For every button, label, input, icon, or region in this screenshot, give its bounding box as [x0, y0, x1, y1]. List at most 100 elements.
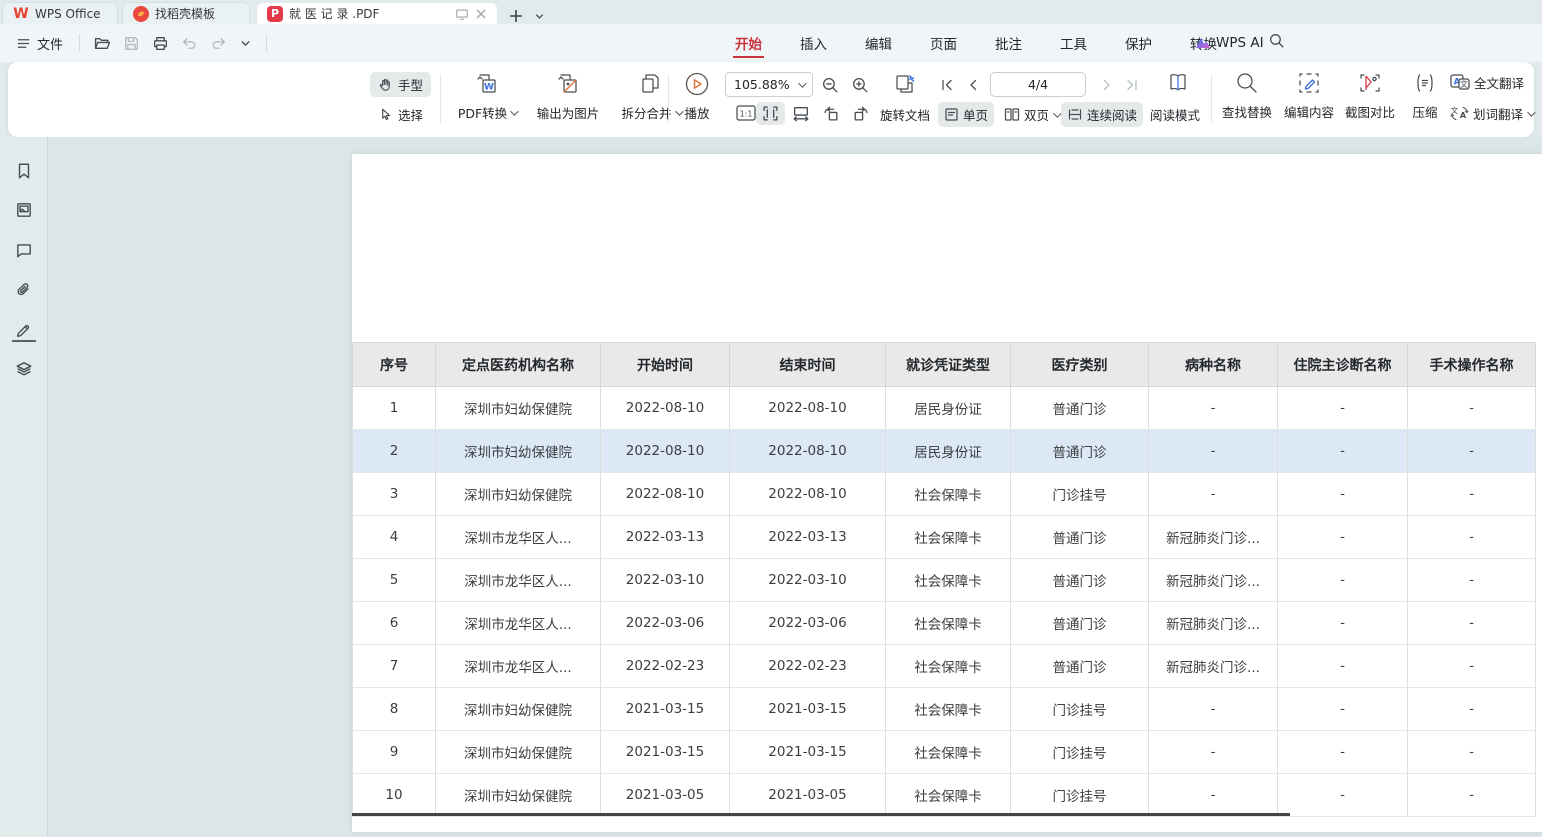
attachment-panel-icon[interactable]	[13, 279, 35, 301]
full-translate-button[interactable]: A 文 全文翻译	[1450, 73, 1533, 92]
menu-tab-批注[interactable]: 批注	[993, 25, 1024, 61]
divider	[668, 74, 669, 124]
next-page-button[interactable]	[1096, 73, 1118, 97]
table-cell: 2	[353, 430, 436, 473]
previous-page-button[interactable]	[962, 73, 984, 97]
table-cell: 2022-08-10	[601, 387, 730, 430]
table-cell: 居民身份证	[886, 430, 1011, 473]
hand-tool-button[interactable]: 手型	[370, 72, 431, 97]
table-cell: -	[1149, 688, 1278, 731]
close-tab-icon[interactable]	[475, 8, 487, 20]
column-header: 住院主诊断名称	[1278, 343, 1408, 387]
tab-wps-office[interactable]: W WPS Office	[2, 2, 118, 24]
edit-content-button[interactable]: 编辑内容	[1280, 71, 1338, 121]
quick-access-chevron-icon[interactable]	[233, 33, 258, 54]
rotate-left-button[interactable]	[816, 102, 846, 125]
table-cell: 5	[353, 559, 436, 602]
tab-docer-template[interactable]: 找稻壳模板	[122, 2, 250, 24]
table-cell: -	[1278, 645, 1408, 688]
tab-document-pdf[interactable]: P 就 医 记 录 .PDF	[256, 2, 498, 24]
table-cell: -	[1149, 731, 1278, 774]
tab-list-chevron-icon[interactable]	[534, 11, 545, 22]
menu-tab-编辑[interactable]: 编辑	[863, 25, 894, 61]
table-cell: -	[1408, 473, 1536, 516]
screenshot-compare-button[interactable]: 截图对比	[1341, 71, 1399, 121]
thumbnail-panel-icon[interactable]	[13, 199, 35, 221]
table-cell: 门诊挂号	[1011, 688, 1149, 731]
table-cell: 新冠肺炎门诊...	[1149, 516, 1278, 559]
table-cell: 3	[353, 473, 436, 516]
continuous-read-button[interactable]: 连续阅读	[1061, 102, 1143, 127]
undo-button[interactable]	[175, 31, 204, 56]
compress-button[interactable]: 压缩	[1403, 71, 1447, 121]
table-cell: -	[1408, 602, 1536, 645]
wps-ai-button[interactable]: WPS AI	[1195, 24, 1264, 62]
signature-panel-icon[interactable]	[13, 319, 35, 341]
comment-panel-icon[interactable]	[13, 239, 35, 261]
full-translate-icon: A 文	[1450, 74, 1470, 91]
table-cell: -	[1408, 559, 1536, 602]
menu-tab-插入[interactable]: 插入	[798, 25, 829, 61]
table-cell: 2022-03-13	[601, 516, 730, 559]
medical-record-table: 序号定点医药机构名称开始时间结束时间就诊凭证类型医疗类别病种名称住院主诊断名称手…	[352, 342, 1536, 817]
hand-icon	[378, 77, 393, 92]
table-row: 7深圳市龙华区人...2022-02-232022-02-23社会保障卡普通门诊…	[353, 645, 1536, 688]
first-page-button[interactable]	[936, 73, 958, 97]
table-cell: 2022-08-10	[601, 473, 730, 516]
layers-panel-icon[interactable]	[13, 358, 35, 380]
table-cell: 2022-02-23	[730, 645, 886, 688]
open-file-button[interactable]	[88, 31, 117, 56]
rotate-right-button[interactable]	[846, 102, 876, 125]
page-indicator-value: 4/4	[1028, 77, 1048, 92]
screenshot-compare-icon	[1358, 71, 1382, 95]
zoom-level-select[interactable]: 105.88%	[725, 72, 813, 97]
word-translate-button[interactable]: 文 A 划词翻译	[1450, 104, 1533, 123]
read-mode-icon[interactable]	[1158, 68, 1198, 98]
menu-search-icon[interactable]	[1268, 32, 1285, 49]
redo-button[interactable]	[204, 31, 233, 56]
table-cell: 社会保障卡	[886, 731, 1011, 774]
table-row: 1深圳市妇幼保健院2022-08-102022-08-10居民身份证普通门诊--…	[353, 387, 1536, 430]
save-button[interactable]	[117, 31, 146, 56]
menu-tab-工具[interactable]: 工具	[1058, 25, 1089, 61]
table-cell: -	[1149, 774, 1278, 817]
menu-tab-开始[interactable]: 开始	[733, 25, 764, 61]
table-cell: 7	[353, 645, 436, 688]
table-cell: 深圳市妇幼保健院	[436, 473, 601, 516]
rotate-document-button[interactable]: 旋转文档	[874, 102, 936, 127]
fit-width-button[interactable]	[786, 102, 816, 125]
monitor-icon[interactable]	[455, 7, 469, 21]
bookmark-panel-icon[interactable]	[13, 160, 35, 182]
double-page-button[interactable]: 双页	[998, 102, 1065, 127]
document-workspace: 序号定点医药机构名称开始时间结束时间就诊凭证类型医疗类别病种名称住院主诊断名称手…	[0, 137, 1542, 837]
table-bottom-scroll-line[interactable]	[352, 813, 1290, 816]
fit-page-button[interactable]	[756, 102, 785, 125]
menu-tab-页面[interactable]: 页面	[928, 25, 959, 61]
table-cell: 社会保障卡	[886, 688, 1011, 731]
menu-tab-保护[interactable]: 保护	[1123, 25, 1154, 61]
export-image-button[interactable]: 输出为图片	[526, 71, 610, 122]
find-replace-button[interactable]: 查找替换	[1218, 71, 1276, 121]
table-cell: 普通门诊	[1011, 387, 1149, 430]
chevron-down-icon	[1527, 108, 1535, 116]
select-tool-button[interactable]: 选择	[370, 102, 431, 127]
page-organize-button[interactable]	[888, 70, 922, 100]
read-mode-button[interactable]: 阅读模式	[1144, 102, 1206, 127]
play-button[interactable]: 播放	[674, 71, 720, 122]
print-button[interactable]	[146, 31, 175, 56]
pdf-page[interactable]: 序号定点医药机构名称开始时间结束时间就诊凭证类型医疗类别病种名称住院主诊断名称手…	[352, 154, 1542, 832]
single-page-button[interactable]: 单页	[938, 102, 994, 127]
pdf-convert-button[interactable]: W PDF转换	[448, 71, 526, 122]
chevron-down-icon	[798, 79, 806, 87]
table-cell: 深圳市妇幼保健院	[436, 731, 601, 774]
new-tab-icon[interactable]	[508, 8, 524, 24]
table-row: 9深圳市妇幼保健院2021-03-152021-03-15社会保障卡门诊挂号--…	[353, 731, 1536, 774]
last-page-button[interactable]	[1121, 73, 1143, 97]
menu-tabs: 开始插入编辑页面批注工具保护转换	[733, 24, 1219, 62]
table-cell: 2021-03-05	[730, 774, 886, 817]
table-cell: 2022-08-10	[730, 473, 886, 516]
zoom-in-button[interactable]	[846, 72, 874, 98]
page-number-input[interactable]: 4/4	[990, 72, 1086, 97]
file-menu-button[interactable]: 文件	[8, 30, 71, 57]
zoom-out-button[interactable]	[816, 72, 844, 98]
